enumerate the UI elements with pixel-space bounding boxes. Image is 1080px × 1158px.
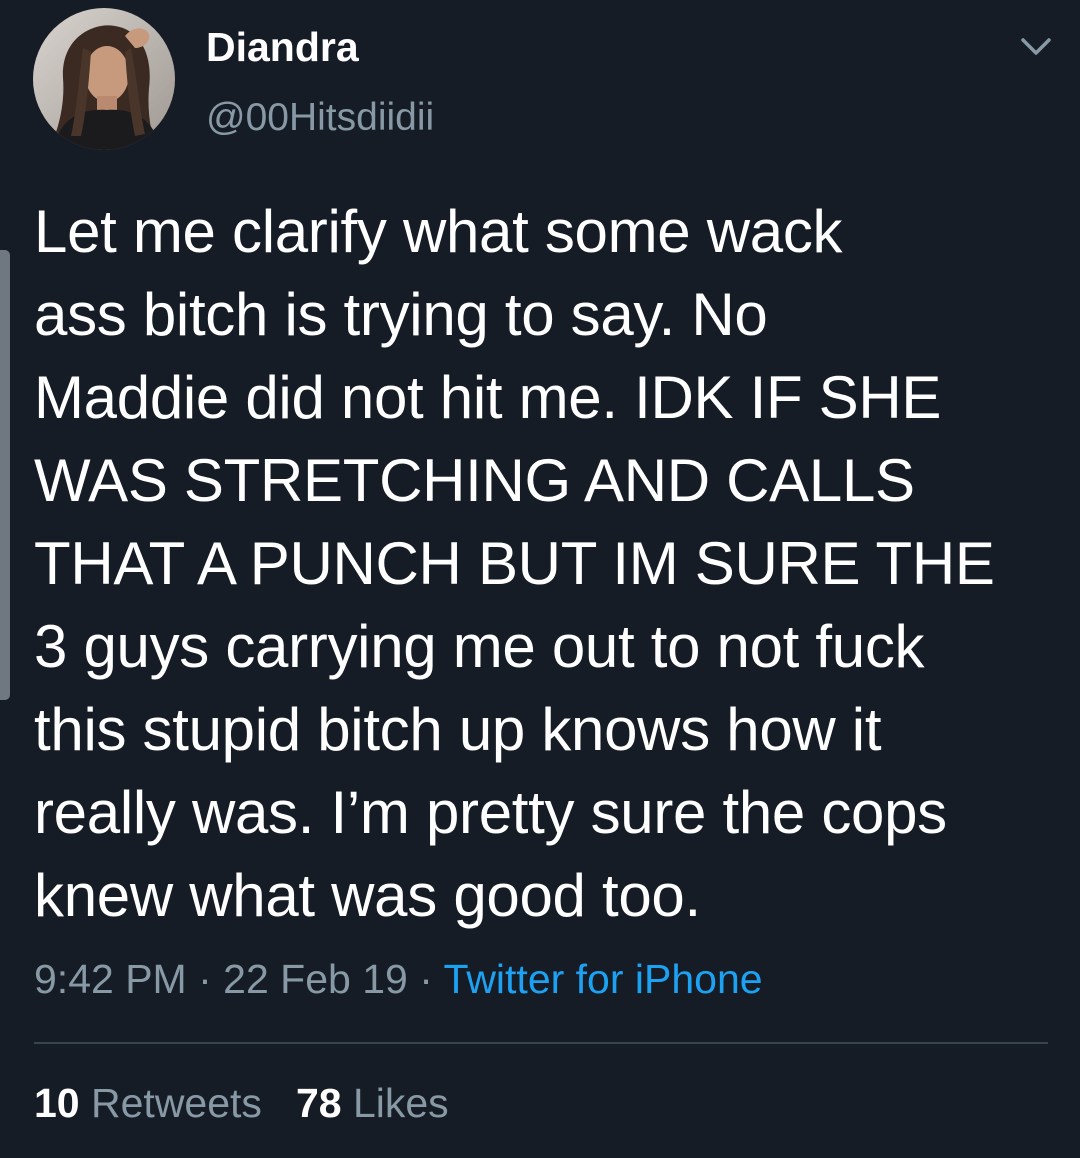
tweet-source-link[interactable]: Twitter for iPhone xyxy=(444,956,763,1002)
tweet-stats: 10 Retweets 78 Likes xyxy=(34,1080,449,1127)
separator-dot: · xyxy=(419,956,433,1002)
profile-photo xyxy=(33,8,175,150)
tweet-meta: 9:42 PM · 22 Feb 19 · Twitter for iPhone xyxy=(34,956,763,1003)
tweet-time[interactable]: 9:42 PM xyxy=(34,956,187,1002)
chevron-down-icon[interactable] xyxy=(1018,34,1054,60)
likes-stat[interactable]: 78 Likes xyxy=(296,1080,449,1126)
retweets-label: Retweets xyxy=(91,1080,262,1126)
separator-dot: · xyxy=(198,956,212,1002)
display-name[interactable]: Diandra xyxy=(206,24,359,71)
retweets-count: 10 xyxy=(34,1080,80,1126)
scrollbar[interactable] xyxy=(0,250,10,700)
likes-label: Likes xyxy=(352,1080,449,1126)
tweet-date[interactable]: 22 Feb 19 xyxy=(223,956,408,1002)
tweet-text: Let me clarify what some wack ass bitch … xyxy=(34,198,995,929)
divider xyxy=(34,1042,1048,1044)
user-handle[interactable]: @00Hitsdiidii xyxy=(206,96,434,140)
likes-count: 78 xyxy=(295,1080,342,1126)
tweet-detail: Diandra @00Hitsdiidii Let me clarify wha… xyxy=(0,0,1080,1158)
retweets-stat[interactable]: 10 Retweets xyxy=(34,1080,262,1126)
avatar[interactable] xyxy=(33,8,175,150)
